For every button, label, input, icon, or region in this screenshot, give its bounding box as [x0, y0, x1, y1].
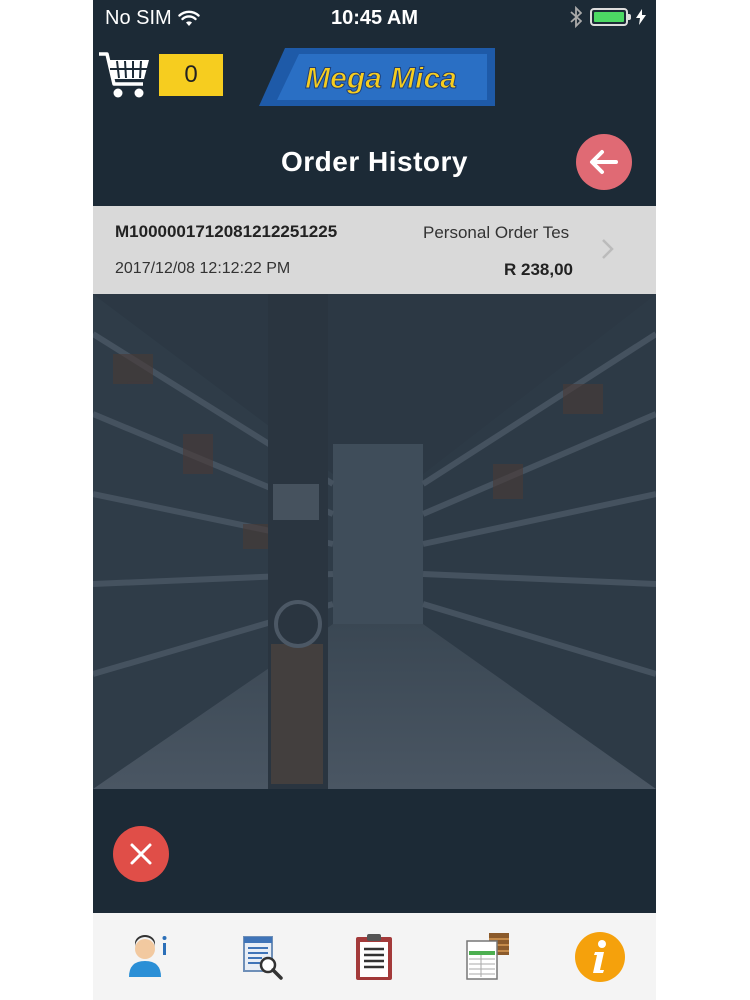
charging-bolt-icon	[636, 9, 646, 25]
order-id: M100000171208121225122​5	[115, 222, 338, 241]
bottom-tab-bar	[93, 913, 656, 1000]
app-screen: No SIM 10:45 AM 0 Mega Mica Order Histor…	[93, 0, 656, 1000]
tab-orders[interactable]	[431, 913, 544, 1000]
order-list-item[interactable]: M100000171208121225122​5 Personal Order …	[93, 206, 656, 294]
cart-count-badge[interactable]: 0	[159, 54, 223, 96]
top-bar: 0 Mega Mica	[93, 36, 656, 126]
order-total: R 238,00	[504, 260, 573, 279]
status-right	[570, 6, 646, 28]
back-button[interactable]	[576, 134, 632, 190]
catalog-search-icon	[242, 935, 283, 980]
tab-catalog-search[interactable]	[206, 913, 319, 1000]
logo-text: Mega Mica	[305, 62, 457, 95]
close-icon	[130, 843, 152, 865]
page-title: Order History	[281, 146, 468, 177]
order-name: Personal Order Tes	[423, 223, 573, 243]
battery-icon	[590, 8, 631, 26]
arrow-left-icon	[590, 150, 618, 174]
info-icon	[574, 931, 625, 982]
tab-info[interactable]	[543, 913, 656, 1000]
user-info-icon	[129, 934, 167, 977]
battery-level	[594, 12, 624, 22]
tab-profile[interactable]	[93, 913, 206, 1000]
status-bar: No SIM 10:45 AM	[93, 0, 656, 36]
battery-tip	[628, 14, 631, 20]
clipboard-list-icon	[356, 933, 393, 980]
order-name-text: Personal Order Tes	[423, 223, 570, 242]
cart-icon[interactable]	[97, 50, 151, 107]
bluetooth-icon	[570, 6, 582, 28]
tab-clipboard[interactable]	[318, 913, 431, 1000]
order-date: 2017/12/08 12:12:22 PM	[115, 260, 291, 277]
chevron-right-icon	[602, 239, 614, 259]
orders-icon	[466, 932, 510, 980]
mega-mica-logo: Mega Mica	[259, 48, 495, 113]
close-button[interactable]	[113, 826, 169, 882]
warehouse-background-image	[93, 294, 656, 789]
